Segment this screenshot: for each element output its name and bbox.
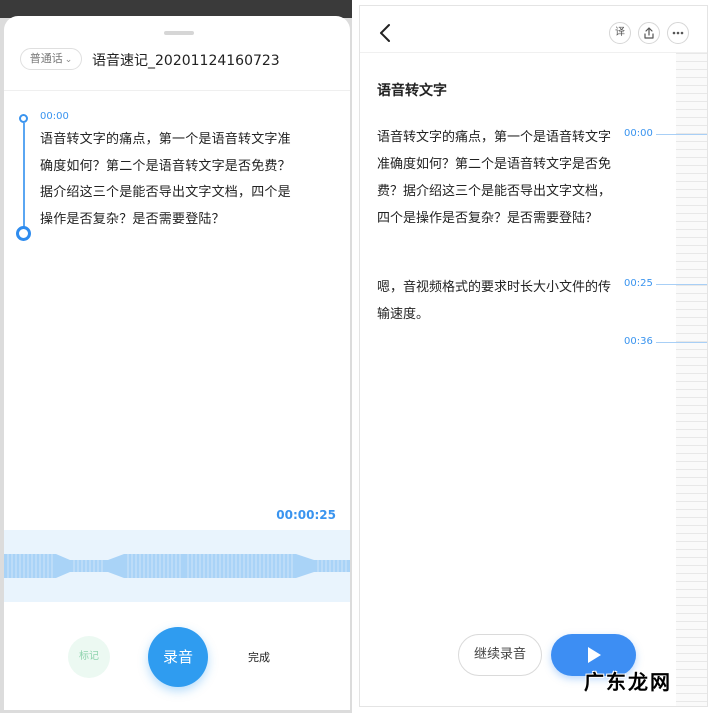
- timestamp-marker[interactable]: 00:00: [624, 128, 653, 139]
- chevron-down-icon: ⌄: [64, 55, 73, 65]
- header-divider: [360, 52, 707, 53]
- continue-recording-button[interactable]: 继续录音: [458, 634, 542, 676]
- share-icon: [644, 27, 654, 39]
- watermark: 广东龙网: [584, 670, 672, 694]
- more-dots-icon: [672, 31, 684, 35]
- back-button[interactable]: [376, 22, 396, 44]
- transcript-paragraph: 语音转文字的痛点，第一个是语音转文字准确度如何？第二个是语音转文字是否免费？据介…: [377, 130, 612, 226]
- timeline-start-dot: [19, 114, 28, 123]
- timestamp-marker-line: [656, 134, 707, 135]
- timeline-ruler[interactable]: [676, 53, 707, 706]
- timestamp-marker-line: [656, 342, 707, 343]
- chevron-left-icon: [380, 24, 390, 42]
- translate-button[interactable]: 译: [609, 22, 631, 44]
- waveform-graphic: [4, 552, 350, 580]
- note-title: 语音速记_20201124160723: [92, 53, 280, 69]
- transcript-screen: 译 00:00 00:25 00:36 语音转文字 语音转文字的痛点，第一个是语…: [359, 5, 708, 707]
- audio-waveform: [4, 530, 350, 602]
- play-icon: [588, 647, 601, 663]
- timestamp-marker[interactable]: 00:25: [624, 278, 653, 289]
- transcript-heading: 语音转文字: [377, 83, 447, 99]
- live-transcript: 语音转文字的痛点，第一个是语音转文字准确度如何？第二个是语音转文字是否免费？据介…: [40, 132, 291, 227]
- timeline-line: [23, 123, 25, 229]
- record-button[interactable]: 录音: [148, 627, 208, 687]
- recorder-sheet: 普通话 ⌄ 语音速记_20201124160723 00:00 语音转文字的痛点，…: [4, 16, 350, 710]
- done-button[interactable]: 完成: [248, 649, 270, 665]
- mark-button[interactable]: 标记: [68, 636, 110, 678]
- share-button[interactable]: [638, 22, 660, 44]
- timeline-current-dot: [16, 226, 31, 241]
- recorder-screen: 普通话 ⌄ 语音速记_20201124160723 00:00 语音转文字的痛点，…: [0, 0, 352, 713]
- more-button[interactable]: [667, 22, 689, 44]
- timestamp-marker-line: [656, 284, 707, 285]
- segment-timestamp: 00:00: [40, 111, 69, 122]
- timestamp-marker[interactable]: 00:36: [624, 336, 653, 347]
- translate-icon: 译: [615, 27, 625, 38]
- elapsed-timer: 00:00:25: [276, 508, 336, 522]
- language-selector[interactable]: 普通话 ⌄: [20, 48, 82, 70]
- divider: [4, 90, 350, 91]
- transcript-paragraph: 嗯，音视频格式的要求时长大小文件的传输速度。: [377, 280, 612, 322]
- drag-handle[interactable]: [164, 31, 194, 35]
- language-label: 普通话: [29, 52, 63, 65]
